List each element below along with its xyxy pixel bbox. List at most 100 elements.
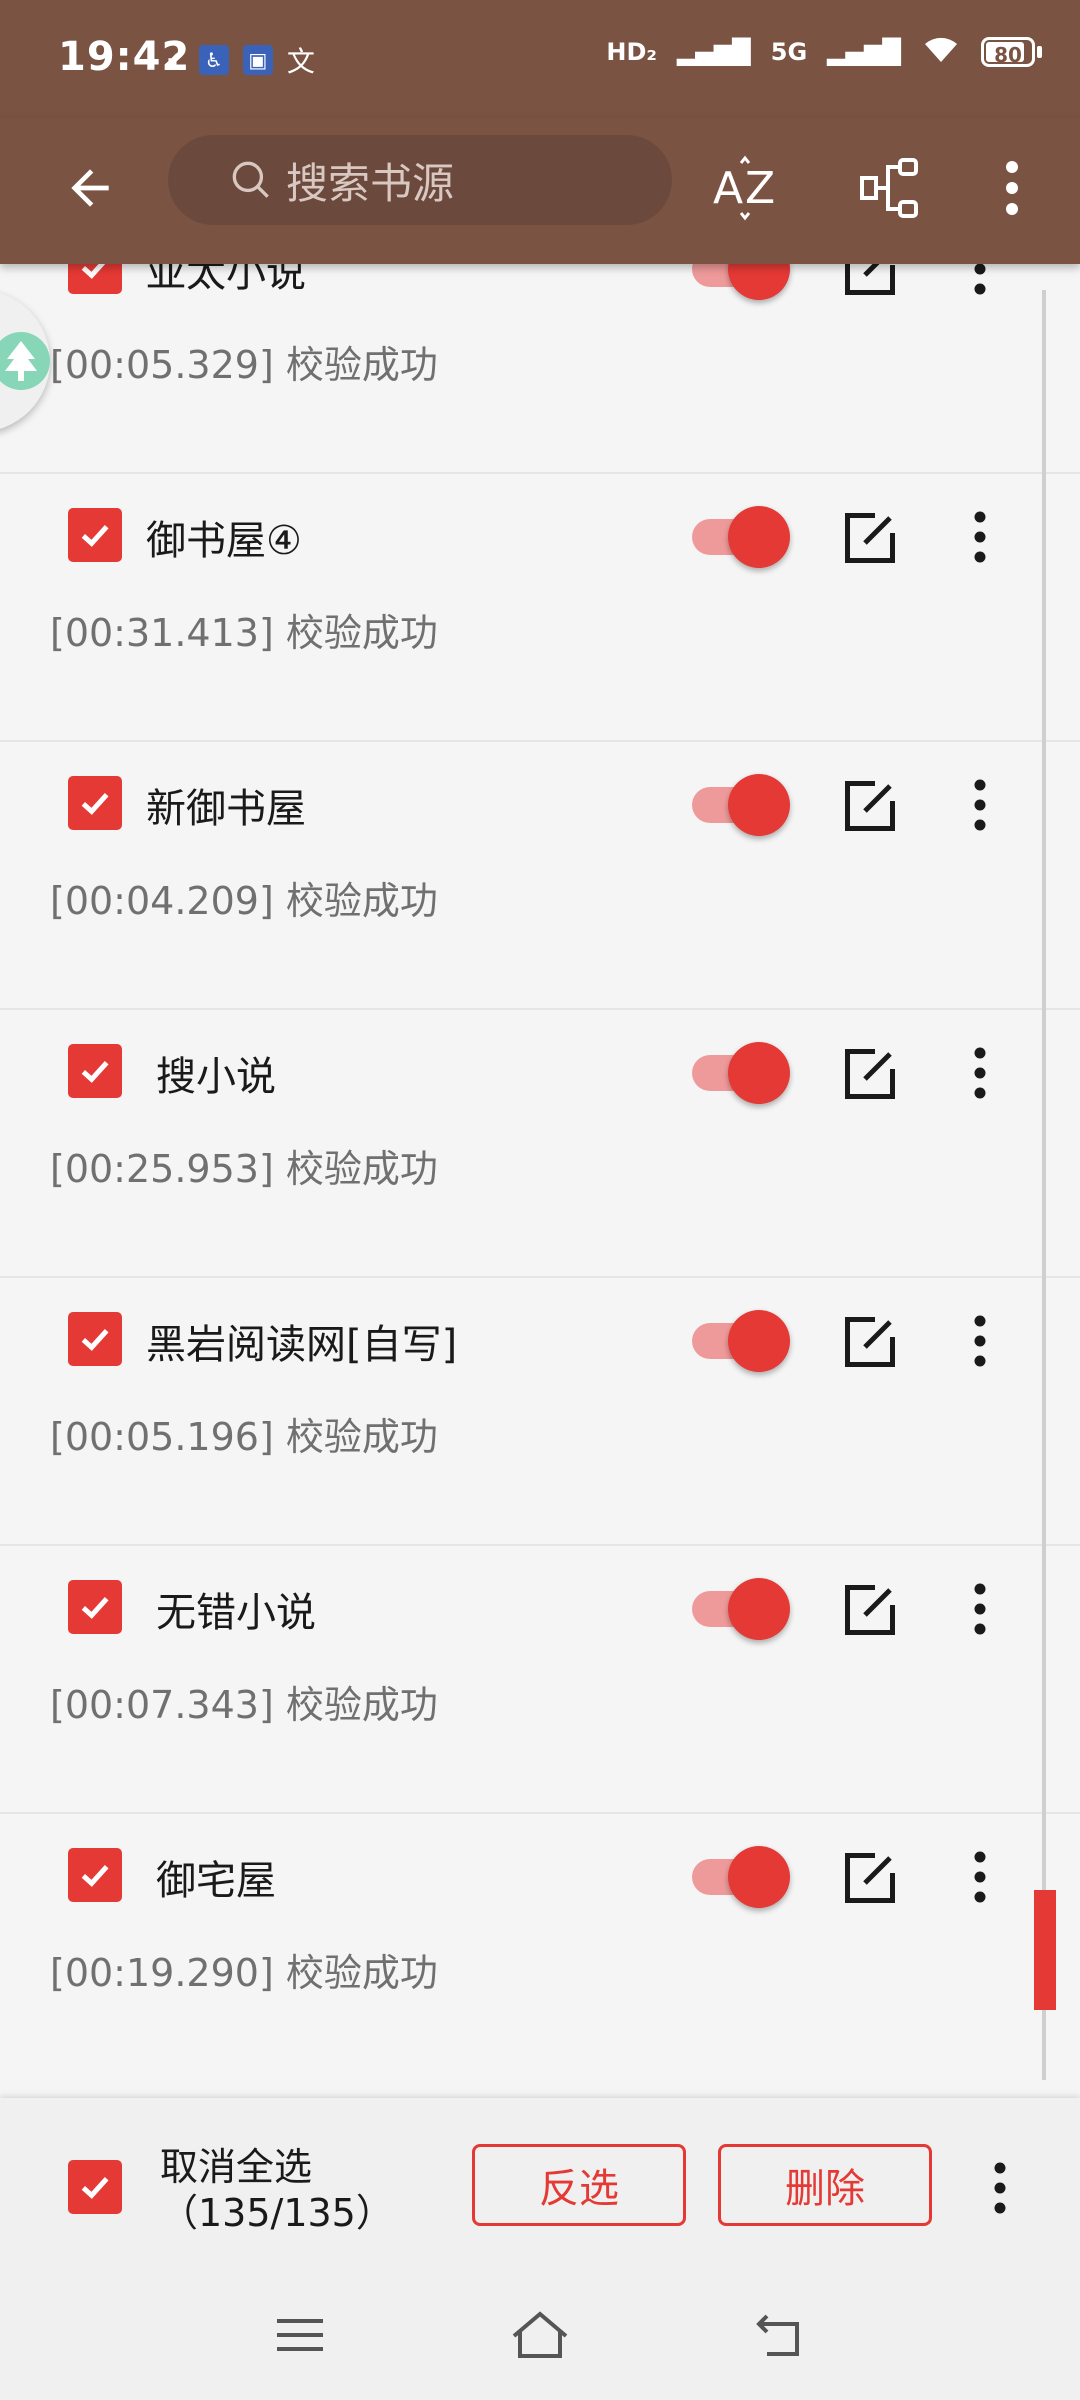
enable-toggle[interactable]: [692, 264, 792, 300]
more-options-button[interactable]: [982, 148, 1042, 228]
invert-selection-button[interactable]: 反选: [472, 2144, 686, 2226]
row-checkbox[interactable]: [68, 1312, 122, 1366]
scrollbar-thumb[interactable]: [1034, 1890, 1056, 2010]
status-bar: 19:42 🔈︎ ♿︎ ▣ 文 HD₂ ▂▄▆█ 5G ▂▄▆█ 80: [0, 0, 1080, 118]
select-all-checkbox[interactable]: [68, 2160, 122, 2214]
signal-icon: ▂▄▆█: [676, 38, 751, 66]
svg-text:Z: Z: [745, 163, 775, 214]
edit-icon[interactable]: [840, 1312, 900, 1372]
bottom-more-button[interactable]: [980, 2148, 1020, 2228]
more-vertical-icon: [974, 1851, 986, 1903]
search-input[interactable]: 搜索书源: [168, 135, 672, 225]
selection-action-bar: 取消全选 （135/135） 反选 删除: [0, 2098, 1080, 2270]
source-list: 亚太小说 [00:05.329] 校验成功 御书屋④ [00:31.413] 校…: [0, 264, 1080, 2098]
row-checkbox[interactable]: [68, 264, 122, 294]
battery-icon: 80: [981, 37, 1042, 67]
row-more-button[interactable]: [960, 1038, 1000, 1108]
check-icon: [81, 524, 109, 547]
list-item[interactable]: 新御书屋 [00:04.209] 校验成功: [0, 742, 1080, 1010]
row-checkbox[interactable]: [68, 1044, 122, 1098]
row-more-button[interactable]: [960, 264, 1000, 304]
enable-toggle[interactable]: [692, 506, 792, 568]
translate-icon: 文: [286, 45, 315, 78]
app-bar: 搜索书源 A Z: [0, 118, 1080, 264]
enable-toggle[interactable]: [692, 1846, 792, 1908]
group-button[interactable]: [850, 148, 930, 228]
list-item[interactable]: 御书屋④ [00:31.413] 校验成功: [0, 474, 1080, 742]
system-nav-bar: [0, 2270, 1080, 2400]
list-item[interactable]: 亚太小说 [00:05.329] 校验成功: [0, 264, 1080, 474]
edit-icon[interactable]: [840, 776, 900, 836]
signal-icon-2: ▂▄▆█: [827, 38, 901, 66]
nav-back-button[interactable]: [740, 2300, 820, 2370]
more-vertical-icon: [974, 779, 986, 831]
enable-toggle[interactable]: [692, 1310, 792, 1372]
source-name: 亚太小说: [146, 264, 306, 296]
edit-icon[interactable]: [840, 264, 900, 300]
back-button[interactable]: [50, 148, 130, 228]
check-icon: [81, 1328, 109, 1351]
nav-menu-button[interactable]: [260, 2300, 340, 2370]
more-vertical-icon: [974, 1583, 986, 1635]
edit-icon[interactable]: [840, 508, 900, 568]
deselect-all-text: 取消全选: [160, 2145, 313, 2189]
source-status: [00:25.953] 校验成功: [50, 1147, 438, 1191]
selection-count: （135/135）: [160, 2191, 394, 2235]
check-icon: [81, 792, 109, 815]
source-name: 新御书屋: [146, 786, 306, 832]
android-icon: ▣: [242, 45, 273, 75]
row-checkbox[interactable]: [68, 1848, 122, 1902]
arrow-back-icon: [71, 169, 109, 207]
delete-button[interactable]: 删除: [718, 2144, 932, 2226]
source-status: [00:19.290] 校验成功: [50, 1951, 438, 1995]
list-item[interactable]: 无错小说 [00:07.343] 校验成功: [0, 1546, 1080, 1814]
row-more-button[interactable]: [960, 1842, 1000, 1912]
source-status: [00:05.329] 校验成功: [50, 343, 438, 387]
edit-icon[interactable]: [840, 1580, 900, 1640]
more-vertical-icon: [974, 1047, 986, 1099]
enable-toggle[interactable]: [692, 1042, 792, 1104]
row-more-button[interactable]: [960, 1306, 1000, 1376]
enable-toggle[interactable]: [692, 774, 792, 836]
scrollbar-track[interactable]: [1042, 290, 1046, 2080]
more-vertical-icon: [974, 1315, 986, 1367]
list-item[interactable]: 御宅屋 [00:19.290] 校验成功: [0, 1814, 1080, 2082]
row-checkbox[interactable]: [68, 508, 122, 562]
wifi-icon: [921, 34, 961, 70]
more-vertical-icon: [974, 264, 986, 295]
enable-toggle[interactable]: [692, 1578, 792, 1640]
search-placeholder: 搜索书源: [286, 158, 455, 208]
source-status: [00:31.413] 校验成功: [50, 611, 438, 655]
nav-home-button[interactable]: [500, 2300, 580, 2370]
source-name: 无错小说: [156, 1590, 316, 1636]
sort-az-icon: A Z: [713, 155, 775, 221]
back-return-icon: [756, 2314, 799, 2356]
select-all-label[interactable]: 取消全选 （135/135）: [160, 2144, 394, 2236]
tree-structure-icon: [860, 158, 918, 218]
row-checkbox[interactable]: [68, 1580, 122, 1634]
source-status: [00:05.196] 校验成功: [50, 1415, 438, 1459]
sort-button[interactable]: A Z: [706, 148, 786, 228]
more-vertical-icon: [994, 2162, 1006, 2214]
check-icon: [81, 2176, 109, 2199]
list-item[interactable]: 黑岩阅读网[自写] [00:05.196] 校验成功: [0, 1278, 1080, 1546]
status-system-icons: HD₂ ▂▄▆█ 5G ▂▄▆█ 80: [606, 34, 1042, 70]
hd-icon: HD₂: [606, 38, 657, 66]
row-checkbox[interactable]: [68, 776, 122, 830]
edit-icon[interactable]: [840, 1044, 900, 1104]
row-more-button[interactable]: [960, 1574, 1000, 1644]
status-notification-icons: 🔈︎ ♿︎ ▣ 文: [168, 40, 315, 80]
menu-icon: [277, 2319, 323, 2351]
home-icon: [512, 2311, 568, 2358]
source-status: [00:04.209] 校验成功: [50, 879, 438, 923]
row-more-button[interactable]: [960, 502, 1000, 572]
svg-text:A: A: [713, 163, 743, 214]
row-more-button[interactable]: [960, 770, 1000, 840]
source-name: 御书屋④: [146, 518, 302, 564]
source-name: 御宅屋: [156, 1858, 276, 1904]
edit-icon[interactable]: [840, 1848, 900, 1908]
check-icon: [81, 264, 106, 279]
source-name: 黑岩阅读网[自写]: [146, 1322, 458, 1368]
list-item[interactable]: 搜小说 [00:25.953] 校验成功: [0, 1010, 1080, 1278]
network-type-label: 5G: [770, 38, 808, 66]
